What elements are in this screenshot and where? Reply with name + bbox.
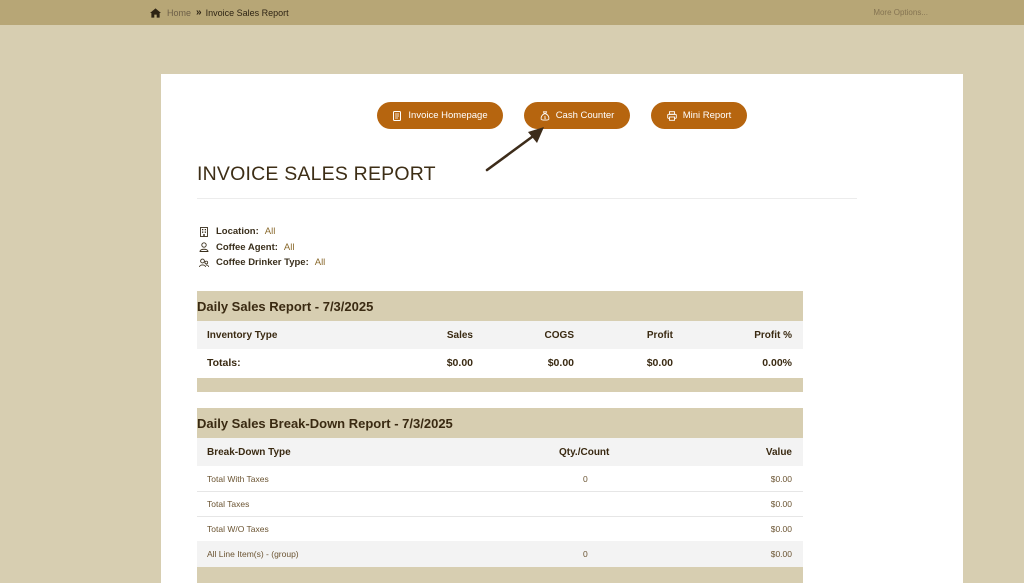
building-icon [200, 226, 208, 237]
breakdown-heading: Daily Sales Break-Down Report - 7/3/2025 [197, 408, 803, 438]
daily-sales-header-row: Inventory Type Sales COGS Profit Profit … [197, 321, 803, 349]
title-divider [197, 198, 857, 199]
filter-location-value: All [264, 226, 276, 238]
users-icon [199, 258, 209, 267]
totals-cogs: $0.00 [547, 357, 574, 369]
col-qty-count: Qty./Count [559, 446, 610, 458]
filter-coffee-agent-value: All [283, 241, 295, 253]
col-profit-pct: Profit % [754, 329, 792, 341]
col-breakdown-type: Break-Down Type [207, 446, 291, 458]
daily-sales-heading: Daily Sales Report - 7/3/2025 [197, 291, 803, 321]
page-title: INVOICE SALES REPORT [197, 163, 436, 185]
col-cogs: COGS [544, 329, 574, 341]
totals-profit-pct: 0.00% [762, 357, 792, 369]
breadcrumb-current: Invoice Sales Report [205, 7, 289, 18]
breakdown-value: $0.00 [770, 523, 792, 534]
filter-coffee-agent: Coffee Agent: All [199, 240, 325, 256]
col-value: Value [765, 446, 792, 458]
table-row: All Line Item(s) - (group) 0 $0.00 [197, 541, 803, 567]
filter-location: Location: All [199, 224, 325, 240]
breakdown-type: Total W/O Taxes [207, 523, 269, 534]
filter-coffee-drinker-type-label: Coffee Drinker Type: [216, 257, 309, 269]
breakdown-value: $0.00 [770, 498, 792, 509]
breadcrumb: Home » Invoice Sales Report [150, 7, 289, 18]
breadcrumb-separator: » [196, 7, 201, 18]
totals-label: Totals: [207, 357, 241, 369]
top-bar: Home » Invoice Sales Report More Options… [0, 0, 1024, 25]
invoice-homepage-label: Invoice Homepage [408, 110, 488, 121]
home-icon[interactable] [150, 7, 161, 18]
daily-sales-totals-row: Totals: $0.00 $0.00 $0.00 0.00% [197, 349, 803, 377]
breadcrumb-home-link[interactable]: Home [167, 8, 191, 18]
printer-icon [666, 110, 677, 121]
breakdown-type: Total With Taxes [207, 473, 269, 484]
cash-counter-label: Cash Counter [555, 110, 615, 121]
col-sales: Sales [446, 329, 473, 341]
breakdown-header-row: Break-Down Type Qty./Count Value [197, 438, 803, 466]
breakdown-footer [197, 567, 803, 583]
breakdown-value: $0.00 [770, 549, 792, 559]
svg-text:$: $ [543, 115, 546, 120]
mini-report-label: Mini Report [682, 110, 732, 121]
mini-report-button[interactable]: Mini Report [651, 102, 747, 129]
document-icon [393, 110, 402, 121]
filter-coffee-drinker-type-value: All [314, 257, 326, 269]
totals-sales: $0.00 [446, 357, 473, 369]
annotation-arrow-icon [485, 127, 544, 172]
filter-location-label: Location: [216, 226, 259, 238]
breakdown-type: Total Taxes [207, 498, 250, 509]
breakdown-value: $0.00 [770, 473, 792, 484]
daily-sales-footer [197, 378, 803, 392]
filter-coffee-agent-label: Coffee Agent: [216, 241, 278, 253]
col-profit: Profit [646, 329, 673, 341]
more-options-link[interactable]: More Options... [873, 8, 928, 17]
totals-profit: $0.00 [646, 357, 673, 369]
filter-coffee-drinker-type: Coffee Drinker Type: All [199, 255, 325, 271]
table-row: Total Taxes $0.00 [197, 491, 803, 516]
col-inventory-type: Inventory Type [207, 329, 278, 341]
user-icon [199, 242, 209, 253]
money-bag-icon: $ [540, 110, 550, 120]
table-row: Total With Taxes 0 $0.00 [197, 466, 803, 491]
breakdown-qty: 0 [583, 473, 588, 484]
breakdown-type: All Line Item(s) - (group) [207, 549, 299, 559]
report-filters: Location: All Coffee Agent: All Coffee D… [199, 224, 325, 271]
table-row: Total W/O Taxes $0.00 [197, 516, 803, 541]
breakdown-qty: 0 [583, 549, 588, 559]
